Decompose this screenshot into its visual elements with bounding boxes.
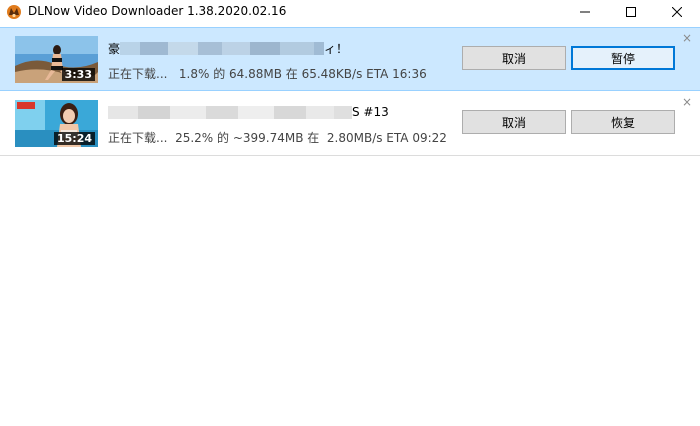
pause-button[interactable]: 暂停 <box>571 46 675 70</box>
remove-item-icon[interactable]: × <box>682 96 692 108</box>
download-item[interactable]: 3:33 豪 ィ！ 正在下载... 1.8% 的 64.88MB 在 65.48… <box>0 27 700 91</box>
resume-button[interactable]: 恢复 <box>571 110 675 134</box>
maximize-button[interactable] <box>608 0 654 24</box>
maximize-icon <box>626 7 636 17</box>
video-thumbnail: 3:33 <box>15 36 98 83</box>
title-redaction <box>170 105 206 119</box>
title-redaction <box>334 105 352 119</box>
window-title: DLNow Video Downloader 1.38.2020.02.16 <box>28 4 287 18</box>
remove-item-icon[interactable]: × <box>682 32 692 44</box>
download-status: 正在下载... 25.2% 的 ~399.74MB 在 2.80MB/s ETA… <box>108 131 447 145</box>
cancel-button[interactable]: 取消 <box>462 46 566 70</box>
video-title-end: ィ！ <box>324 41 349 56</box>
close-button[interactable] <box>654 0 700 24</box>
title-redaction <box>206 105 238 119</box>
cancel-button[interactable]: 取消 <box>462 110 566 134</box>
empty-download-area <box>0 157 700 426</box>
video-title-start: 豪 <box>108 41 121 56</box>
title-redaction <box>140 41 169 55</box>
title-redaction <box>138 105 170 119</box>
title-redaction <box>198 41 223 55</box>
title-redaction <box>120 41 141 55</box>
title-redaction <box>280 41 315 55</box>
download-item[interactable]: 15:24 S #13 正在下载... 25.2% 的 ~399.74MB 在 … <box>0 92 700 156</box>
video-title: S #13 <box>108 104 389 120</box>
video-thumbnail: 15:24 <box>15 100 98 147</box>
title-redaction <box>306 105 334 119</box>
title-redaction <box>250 41 281 55</box>
video-title-end: S #13 <box>352 105 389 119</box>
video-duration: 3:33 <box>61 68 95 81</box>
download-status: 正在下载... 1.8% 的 64.88MB 在 65.48KB/s ETA 1… <box>108 67 427 81</box>
title-redaction <box>168 41 199 55</box>
minimize-icon <box>580 11 590 13</box>
dlnow-app-icon <box>7 5 21 19</box>
title-redaction <box>314 41 325 55</box>
title-redaction <box>222 41 251 55</box>
title-bar: DLNow Video Downloader 1.38.2020.02.16 <box>0 0 700 24</box>
video-title: 豪 ィ！ <box>108 40 348 56</box>
title-redaction <box>108 105 138 119</box>
minimize-button[interactable] <box>562 0 608 24</box>
title-redaction <box>238 105 274 119</box>
close-icon <box>672 7 682 17</box>
title-redaction <box>274 105 306 119</box>
video-duration: 15:24 <box>53 132 95 145</box>
